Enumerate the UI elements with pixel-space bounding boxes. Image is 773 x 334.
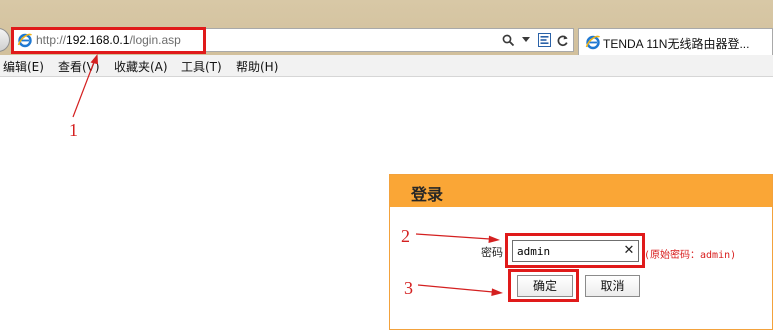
annotation-arrows: [72, 54, 503, 296]
annotation-number-3: 3: [404, 278, 413, 298]
annotation-number-1: 1: [69, 120, 78, 140]
annotation-number-2: 2: [401, 226, 410, 246]
